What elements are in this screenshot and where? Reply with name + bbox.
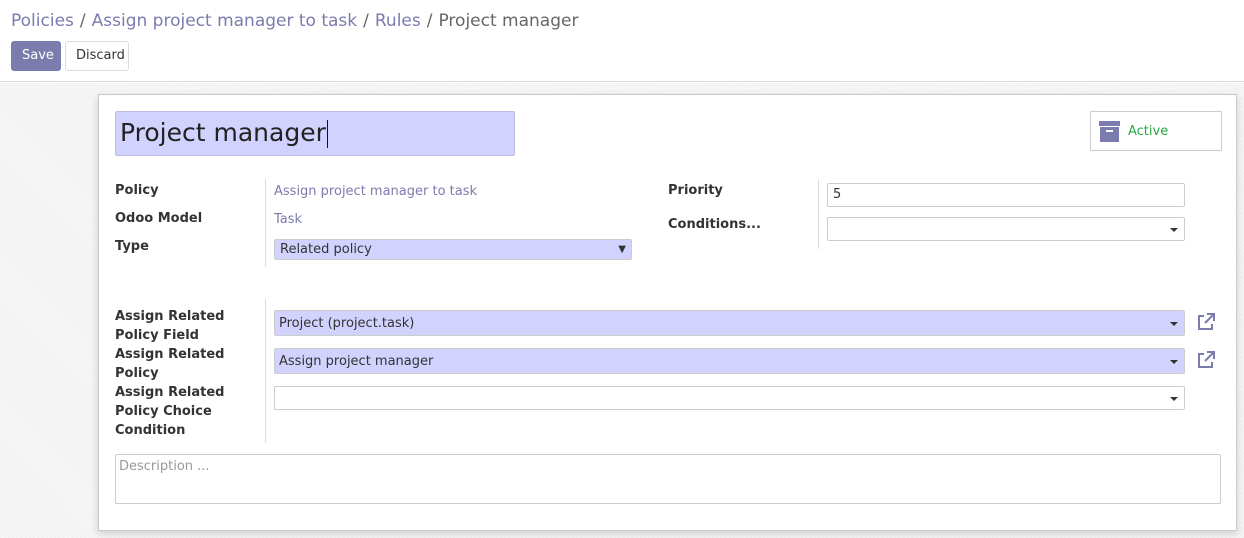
save-button[interactable]: Save <box>11 41 61 71</box>
description-placeholder: Description ... <box>119 459 210 474</box>
discard-button[interactable]: Discard <box>65 41 129 71</box>
breadcrumb-current: Project manager <box>438 11 579 31</box>
record-name-value: Project manager <box>120 118 326 147</box>
type-label: Type <box>115 239 149 254</box>
caret-down-icon <box>1170 322 1178 326</box>
type-select-value: Related policy <box>280 242 372 257</box>
conditions-select[interactable] <box>827 217 1185 241</box>
caret-down-icon <box>1170 397 1178 401</box>
form-view: Project manager Active Policy Odoo Model… <box>0 83 1244 538</box>
caret-down-icon: ▼ <box>618 244 626 255</box>
text-cursor <box>326 120 328 148</box>
type-select[interactable]: Related policy ▼ <box>274 239 632 260</box>
active-toggle-button[interactable]: Active <box>1090 111 1222 151</box>
field-divider <box>818 179 819 249</box>
policy-label: Policy <box>115 183 159 198</box>
caret-down-icon <box>1170 360 1178 364</box>
control-panel: Policies / Assign project manager to task /… <box>0 0 1244 82</box>
description-textarea[interactable]: Description ... <box>115 454 1221 504</box>
breadcrumb-item-rules[interactable]: Rules <box>375 11 421 31</box>
related-policy-label: Assign Related Policy <box>115 347 225 381</box>
priority-label: Priority <box>668 183 723 198</box>
form-sheet: Project manager Active Policy Odoo Model… <box>98 94 1237 531</box>
field-divider <box>265 299 266 443</box>
related-policy-field-label: Assign Related Policy Field <box>115 309 225 343</box>
external-link-icon[interactable] <box>1196 350 1216 370</box>
breadcrumb-separator: / <box>79 11 86 31</box>
conditions-label: Conditions... <box>668 217 761 232</box>
policy-link[interactable]: Assign project manager to task <box>274 184 477 199</box>
breadcrumb: Policies / Assign project manager to task /… <box>11 11 578 31</box>
breadcrumb-item-policy[interactable]: Assign project manager to task <box>92 11 358 31</box>
archive-icon <box>1099 121 1120 142</box>
related-policy-field-value: Project (project.task) <box>279 316 415 331</box>
breadcrumb-separator: / <box>363 11 369 31</box>
caret-down-icon <box>1170 228 1178 232</box>
active-label: Active <box>1128 124 1169 139</box>
priority-value: 5 <box>833 187 842 202</box>
field-divider <box>265 179 266 267</box>
breadcrumb-item-policies[interactable]: Policies <box>11 11 74 31</box>
related-policy-field-select[interactable]: Project (project.task) <box>274 310 1185 336</box>
record-name-input[interactable]: Project manager <box>115 111 515 156</box>
odoo-model-label: Odoo Model <box>115 211 203 226</box>
related-policy-value: Assign project manager <box>279 354 434 369</box>
odoo-model-link[interactable]: Task <box>274 212 302 227</box>
related-policy-choice-condition-label: Assign Related Policy Choice Condition <box>115 385 225 438</box>
related-policy-choice-condition-select[interactable] <box>274 386 1185 410</box>
external-link-icon[interactable] <box>1196 312 1216 332</box>
related-policy-select[interactable]: Assign project manager <box>274 348 1185 374</box>
breadcrumb-separator: / <box>426 11 433 31</box>
priority-input[interactable]: 5 <box>827 183 1185 207</box>
